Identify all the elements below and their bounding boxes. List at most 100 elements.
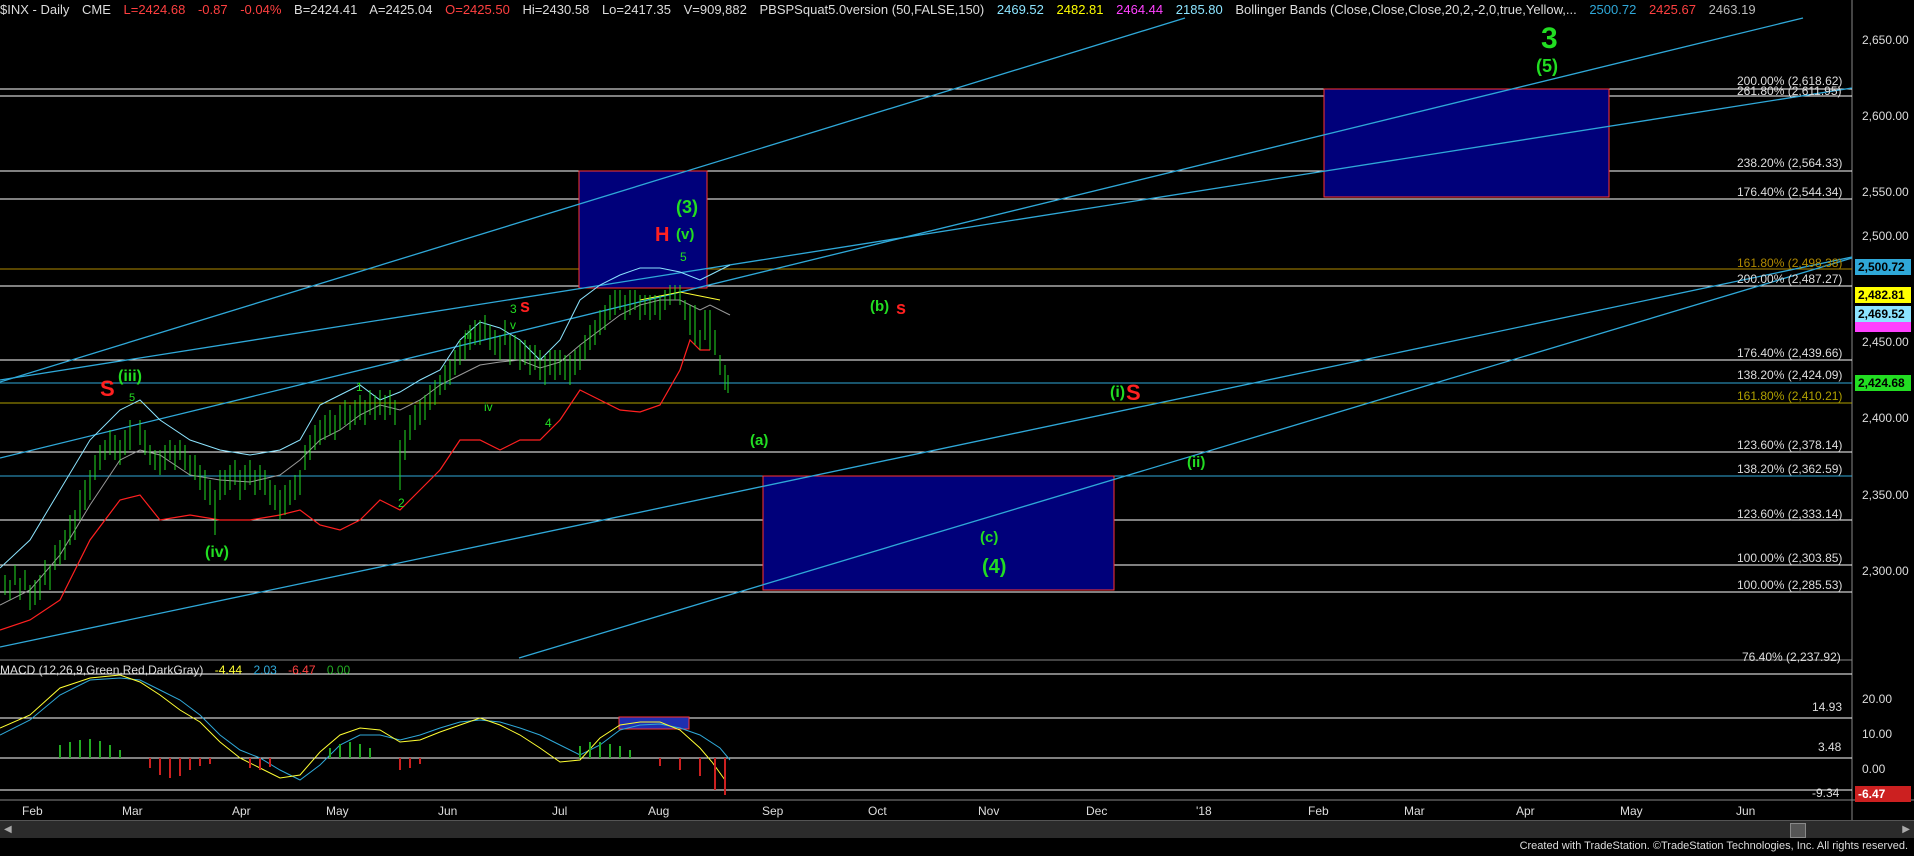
fib-label: 238.20% (2,564.33) (1737, 156, 1843, 170)
wave-label-v-small[interactable]: v (510, 318, 516, 332)
price-tick: 2,600.00 (1862, 109, 1909, 123)
label-S-left[interactable]: S (100, 376, 115, 402)
channel-line[interactable] (0, 87, 1853, 381)
month-label: Jun (438, 804, 458, 818)
month-label: Apr (232, 804, 251, 818)
macd-tick: 0.00 (1862, 762, 1886, 776)
price-tag-last: 2,424.68 (1855, 375, 1911, 391)
month-label: Nov (978, 804, 1000, 818)
fib-label: 100.00% (2,303.85) (1737, 551, 1843, 565)
month-label: Feb (22, 804, 43, 818)
channel-line[interactable] (0, 17, 1186, 383)
bar-series (4, 285, 729, 610)
month-label: '18 (1196, 804, 1212, 818)
macd-hist-pos (59, 739, 631, 758)
wave-label-iii[interactable]: (iii) (118, 368, 142, 386)
macd-hist-neg (149, 758, 726, 795)
wave-label-ii[interactable]: (ii) (1187, 454, 1205, 471)
month-label: Sep (762, 804, 784, 818)
label-s-right[interactable]: s (896, 298, 906, 319)
macd-line (0, 674, 726, 781)
target-box-wave5[interactable] (1323, 88, 1610, 198)
chart-canvas[interactable] (0, 0, 1914, 856)
wave-label-i[interactable]: (i) (1110, 384, 1125, 402)
price-tag-magenta (1855, 322, 1911, 332)
month-label: Feb (1308, 804, 1329, 818)
month-label: May (1620, 804, 1643, 818)
wave-label-4-paren[interactable]: (4) (982, 556, 1006, 579)
fib-label: 138.20% (2,362.59) (1737, 462, 1843, 476)
time-scrollbar[interactable]: ◀ ▶ (0, 820, 1914, 839)
price-tick: 2,300.00 (1862, 564, 1909, 578)
wave-label-b[interactable]: (b) (870, 298, 889, 315)
wave-label-iv[interactable]: (iv) (205, 544, 229, 562)
price-tick: 2,400.00 (1862, 411, 1909, 425)
wave-label-iii-small[interactable]: iii (464, 328, 472, 342)
fib-label: 261.80% (2,611.95) (1737, 84, 1842, 98)
macd-tick: 20.00 (1862, 692, 1893, 706)
month-label: Apr (1516, 804, 1535, 818)
month-label: May (326, 804, 349, 818)
label-s-left[interactable]: s (520, 296, 530, 317)
price-tick: 2,450.00 (1862, 335, 1909, 349)
fib-label: 161.80% (2,498.38) (1737, 256, 1843, 270)
wave-label-2[interactable]: 2 (398, 496, 405, 510)
macd-tick: -9.34 (1812, 786, 1840, 800)
chart-window: $INX - Daily CME L=2424.68 -0.87 -0.04% … (0, 0, 1914, 856)
target-box-wave4[interactable] (762, 475, 1115, 591)
fib-label: 123.60% (2,333.14) (1737, 507, 1843, 521)
price-tag-ma: 2,482.81 (1855, 287, 1911, 303)
wave-label-5[interactable]: (5) (1536, 56, 1558, 77)
month-label: Dec (1086, 804, 1108, 818)
price-tag-bb-upper: 2,500.72 (1855, 259, 1911, 275)
price-tick: 2,550.00 (1862, 185, 1909, 199)
hist-bars-pos (59, 739, 631, 758)
fib-label: 100.00% (2,285.53) (1737, 578, 1843, 592)
fib-label: 176.40% (2,439.66) (1737, 346, 1843, 360)
macd-val-2: 2.03 (253, 663, 277, 677)
wave-label-4[interactable]: 4 (545, 416, 552, 430)
month-label: Oct (868, 804, 887, 818)
fib-label: 176.40% (2,544.34) (1737, 185, 1843, 199)
wave-label-5-small-left[interactable]: 5 (129, 392, 135, 404)
macd-val-3: -6.47 (288, 663, 316, 677)
price-tag-study: 2,469.52 (1855, 306, 1911, 322)
label-S-right[interactable]: S (1126, 380, 1141, 406)
month-label: Mar (122, 804, 143, 818)
wave-label-3-paren[interactable]: (3) (676, 197, 698, 218)
wave-label-1[interactable]: 1 (356, 380, 363, 394)
channel-line[interactable] (518, 257, 1853, 659)
hist-bars-neg (149, 758, 726, 795)
scroll-left-icon[interactable]: ◀ (4, 824, 12, 835)
wave-label-iv-small[interactable]: iv (484, 400, 493, 414)
fib-label: 76.40% (2,237.92) (1742, 650, 1841, 664)
month-label: Jul (552, 804, 568, 818)
wave-label-c[interactable]: (c) (980, 529, 998, 546)
wave-label-3-small[interactable]: 3 (510, 302, 517, 316)
copyright-text: Created with TradeStation. ©TradeStation… (1519, 840, 1908, 852)
macd-tag: -6.47 (1855, 786, 1911, 802)
wave-label-5-small[interactable]: 5 (680, 250, 687, 264)
footer: Created with TradeStation. ©TradeStation… (0, 838, 1914, 856)
fib-label: 138.20% (2,424.09) (1737, 368, 1843, 382)
macd-val-1: -4.44 (214, 663, 243, 677)
price-bars (4, 285, 729, 610)
month-label: Jun (1736, 804, 1756, 818)
macd-val-4: 0.00 (326, 663, 351, 677)
price-tick: 2,350.00 (1862, 488, 1909, 502)
scroll-thumb[interactable] (1790, 823, 1806, 838)
macd-tick: 3.48 (1818, 740, 1842, 754)
macd-header: MACD (12,26,9,Green,Red,DarkGray) -4.44 … (0, 662, 358, 678)
macd-title[interactable]: MACD (12,26,9,Green,Red,DarkGray) (0, 663, 203, 677)
fib-label: 200.00% (2,487.27) (1737, 272, 1843, 286)
macd-tick: 14.93 (1812, 700, 1843, 714)
fib-label: 123.60% (2,378.14) (1737, 438, 1843, 452)
fib-label: 161.80% (2,410.21) (1737, 389, 1843, 403)
wave-label-a[interactable]: (a) (750, 432, 768, 449)
price-tick: 2,500.00 (1862, 229, 1909, 243)
scroll-right-icon[interactable]: ▶ (1902, 824, 1910, 835)
wave-label-v[interactable]: (v) (676, 226, 694, 243)
wave-label-3[interactable]: 3 (1541, 22, 1558, 56)
label-H[interactable]: H (655, 224, 669, 247)
macd-tick: 10.00 (1862, 727, 1893, 741)
